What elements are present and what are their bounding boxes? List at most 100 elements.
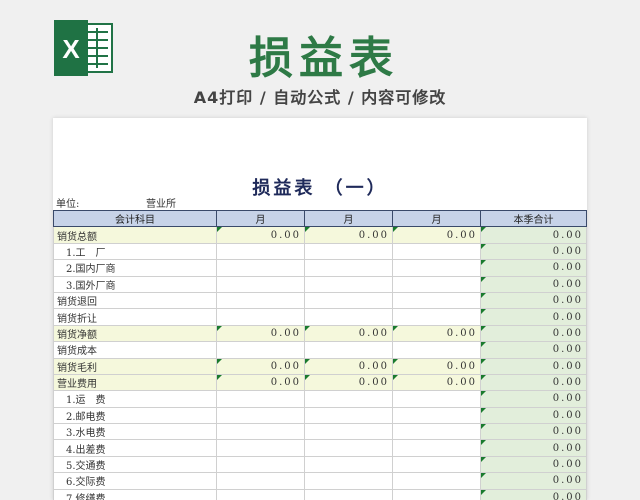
month-3-cell[interactable]	[392, 259, 481, 277]
table-row: 销货折让 0.00	[53, 308, 587, 326]
month-3-cell[interactable]	[392, 291, 481, 310]
month-3-cell[interactable]	[392, 275, 481, 293]
month-3-cell[interactable]: 0.00	[392, 357, 481, 375]
month-1-cell[interactable]	[216, 423, 305, 441]
account-cell[interactable]: 销货总额	[53, 226, 217, 244]
month-3-cell[interactable]	[392, 439, 481, 457]
month-3-cell[interactable]	[392, 455, 481, 474]
month-3-cell[interactable]	[392, 341, 481, 359]
month-3-cell[interactable]: 0.00	[392, 373, 481, 392]
month-1-cell[interactable]	[216, 275, 305, 293]
account-cell[interactable]: 销货成本	[53, 341, 217, 359]
month-3-cell[interactable]	[392, 488, 481, 500]
quarter-total-cell[interactable]: 0.00	[480, 357, 587, 375]
month-2-cell[interactable]	[304, 259, 393, 277]
month-2-cell[interactable]	[304, 275, 393, 293]
account-cell[interactable]: 销货退回	[53, 291, 217, 310]
month-2-cell[interactable]	[304, 390, 393, 408]
header-month-1: 月	[216, 209, 305, 228]
quarter-total-cell[interactable]: 0.00	[480, 406, 587, 425]
account-cell[interactable]: 销货折让	[53, 308, 217, 326]
month-1-cell[interactable]	[216, 291, 305, 310]
month-1-cell[interactable]: 0.00	[216, 324, 305, 343]
month-1-cell[interactable]	[216, 308, 305, 326]
quarter-total-cell[interactable]: 0.00	[480, 242, 587, 261]
month-3-cell[interactable]	[392, 390, 481, 408]
month-2-cell[interactable]	[304, 488, 393, 500]
month-2-cell[interactable]	[304, 291, 393, 310]
month-3-cell[interactable]	[392, 242, 481, 261]
quarter-total-cell[interactable]: 0.00	[480, 275, 587, 293]
month-1-cell[interactable]	[216, 242, 305, 261]
unit-value[interactable]: 营业所	[146, 195, 176, 210]
month-1-cell[interactable]	[216, 406, 305, 425]
month-3-cell[interactable]: 0.00	[392, 324, 481, 343]
account-cell[interactable]: 7.修缮费	[53, 488, 217, 500]
month-2-cell[interactable]	[304, 242, 393, 261]
month-3-cell[interactable]	[392, 406, 481, 425]
account-cell[interactable]: 2.国内厂商	[53, 259, 217, 277]
account-cell[interactable]: 1.工 厂	[53, 242, 217, 261]
quarter-total-cell[interactable]: 0.00	[480, 455, 587, 474]
quarter-total-cell[interactable]: 0.00	[480, 324, 587, 343]
table-row: 销货总额 0.00 0.00 0.00 0.00	[53, 226, 587, 244]
quarter-total-cell[interactable]: 0.00	[480, 488, 587, 500]
table-row: 5.交通费 0.00	[53, 455, 587, 474]
month-2-cell[interactable]: 0.00	[304, 226, 393, 244]
account-cell[interactable]: 1.运 费	[53, 390, 217, 408]
account-cell[interactable]: 4.出差费	[53, 439, 217, 457]
month-3-cell[interactable]	[392, 308, 481, 326]
table-row: 2.邮电费 0.00	[53, 406, 587, 425]
month-2-cell[interactable]	[304, 406, 393, 425]
account-cell[interactable]: 3.水电费	[53, 423, 217, 441]
quarter-total-cell[interactable]: 0.00	[480, 341, 587, 359]
account-cell[interactable]: 2.邮电费	[53, 406, 217, 425]
month-1-cell[interactable]	[216, 488, 305, 500]
account-cell[interactable]: 销货毛利	[53, 357, 217, 375]
quarter-total-cell[interactable]: 0.00	[480, 259, 587, 277]
month-1-cell[interactable]	[216, 341, 305, 359]
account-cell[interactable]: 6.交际费	[53, 472, 217, 490]
table-header-row: 会计科目 月 月 月 本季合计	[53, 209, 587, 228]
month-1-cell[interactable]	[216, 390, 305, 408]
month-2-cell[interactable]	[304, 455, 393, 474]
month-2-cell[interactable]	[304, 472, 393, 490]
quarter-total-cell[interactable]: 0.00	[480, 390, 587, 408]
table-row: 销货退回 0.00	[53, 291, 587, 310]
month-1-cell[interactable]	[216, 455, 305, 474]
quarter-total-cell[interactable]: 0.00	[480, 439, 587, 457]
income-statement-table: 会计科目 月 月 月 本季合计 销货总额 0.00 0.00 0.00 0.00 1.工 …	[53, 209, 587, 500]
quarter-total-cell[interactable]: 0.00	[480, 423, 587, 441]
month-2-cell[interactable]	[304, 439, 393, 457]
table-row: 4.出差费 0.00	[53, 439, 587, 457]
account-cell[interactable]: 销货净额	[53, 324, 217, 343]
month-2-cell[interactable]	[304, 341, 393, 359]
month-2-cell[interactable]: 0.00	[304, 373, 393, 392]
month-3-cell[interactable]	[392, 423, 481, 441]
account-cell[interactable]: 3.国外厂商	[53, 275, 217, 293]
account-cell[interactable]: 5.交通费	[53, 455, 217, 474]
banner-subtitle: A4打印 / 自动公式 / 内容可修改	[193, 88, 447, 107]
month-2-cell[interactable]: 0.00	[304, 357, 393, 375]
quarter-total-cell[interactable]: 0.00	[480, 226, 587, 244]
quarter-total-cell[interactable]: 0.00	[480, 373, 587, 392]
month-2-cell[interactable]: 0.00	[304, 324, 393, 343]
table-row: 营业费用 0.00 0.00 0.00 0.00	[53, 373, 587, 392]
month-1-cell[interactable]: 0.00	[216, 226, 305, 244]
month-3-cell[interactable]	[392, 472, 481, 490]
banner-title: 损益表	[249, 33, 399, 84]
account-cell[interactable]: 营业费用	[53, 373, 217, 392]
table-row: 销货成本 0.00	[53, 341, 587, 359]
month-1-cell[interactable]: 0.00	[216, 373, 305, 392]
quarter-total-cell[interactable]: 0.00	[480, 308, 587, 326]
month-1-cell[interactable]: 0.00	[216, 357, 305, 375]
header-quarter-total: 本季合计	[480, 209, 587, 228]
month-1-cell[interactable]	[216, 439, 305, 457]
month-2-cell[interactable]	[304, 423, 393, 441]
quarter-total-cell[interactable]: 0.00	[480, 291, 587, 310]
quarter-total-cell[interactable]: 0.00	[480, 472, 587, 490]
month-2-cell[interactable]	[304, 308, 393, 326]
month-3-cell[interactable]: 0.00	[392, 226, 481, 244]
month-1-cell[interactable]	[216, 472, 305, 490]
month-1-cell[interactable]	[216, 259, 305, 277]
